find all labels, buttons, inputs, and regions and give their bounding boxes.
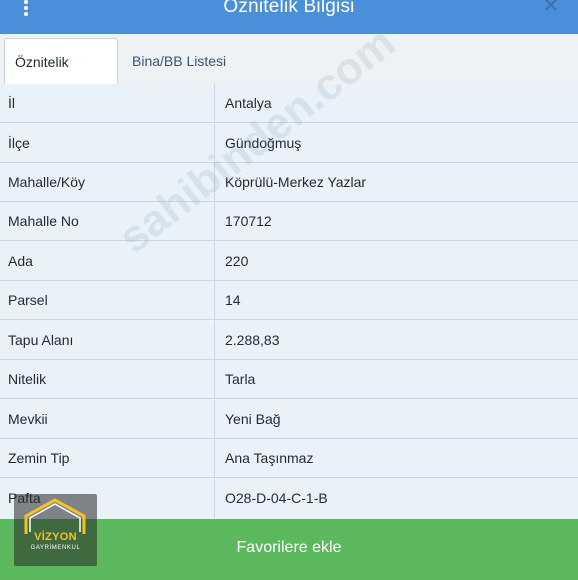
tab-attribute-info[interactable]: Öznitelik Bilgisi — [4, 38, 118, 116]
table-row: Ada 220 — [0, 242, 578, 281]
attribute-key: Mahalle/Köy — [0, 163, 215, 202]
attribute-table: İl Antalya İlçe Gündoğmuş Mahalle/Köy Kö… — [0, 18, 578, 519]
attribute-value: 220 — [225, 253, 249, 269]
table-row: Zemin Tip Ana Taşınmaz — [0, 439, 578, 478]
attribute-key: İlçe — [0, 124, 215, 163]
logo-name: VİZYON — [34, 531, 77, 543]
table-row: Nitelik Tarla — [0, 360, 578, 399]
dialog-titlebar: Öznitelik Bilgisi ✕ — [0, 0, 578, 34]
attribute-key: İl — [0, 84, 215, 123]
attribute-value: 170712 — [225, 213, 272, 229]
attribute-value: Köprülü-Merkez Yazlar — [225, 174, 367, 190]
logo-subtitle: GAYRİMENKUL — [30, 545, 81, 551]
close-icon[interactable]: ✕ — [542, 0, 560, 16]
attribute-key: Tapu Alanı — [0, 321, 215, 360]
attribute-key: Parsel — [0, 281, 215, 320]
attribute-dialog: Öznitelik Bilgisi ✕ Öznitelik Bilgisi Bi… — [0, 0, 578, 580]
attribute-key: Mevkii — [0, 400, 215, 439]
attribute-key: Nitelik — [0, 360, 215, 399]
table-row: Mahalle/Köy Köprülü-Merkez Yazlar — [0, 163, 578, 202]
attribute-key: Ada — [0, 242, 215, 281]
tab-bar: Öznitelik Bilgisi Bina/BB Listesi — [0, 34, 578, 116]
attribute-value: 2.288,83 — [225, 332, 280, 348]
table-row: Mevkii Yeni Bağ — [0, 400, 578, 439]
attribute-value: O28-D-04-C-1-B — [225, 490, 328, 506]
attribute-value: Ana Taşınmaz — [225, 450, 314, 466]
table-row: İlçe Gündoğmuş — [0, 124, 578, 163]
attribute-value: Tarla — [225, 371, 256, 387]
table-row: Parsel 14 — [0, 281, 578, 320]
table-row: Tapu Alanı 2.288,83 — [0, 321, 578, 360]
attribute-key: Mahalle No — [0, 202, 215, 241]
tab-building-list[interactable]: Bina/BB Listesi — [122, 38, 236, 84]
attribute-value: Gündoğmuş — [225, 135, 302, 151]
table-row: İl Antalya — [0, 84, 578, 123]
attribute-value: 14 — [225, 292, 241, 308]
attribute-value: Yeni Bağ — [225, 411, 281, 427]
attribute-value: Antalya — [225, 95, 272, 111]
table-row: Mahalle No 170712 — [0, 202, 578, 241]
house-logo-icon — [24, 498, 86, 534]
attribute-key: Zemin Tip — [0, 439, 215, 478]
company-logo: VİZYON GAYRİMENKUL — [14, 494, 97, 566]
dialog-title: Öznitelik Bilgisi — [223, 0, 355, 17]
